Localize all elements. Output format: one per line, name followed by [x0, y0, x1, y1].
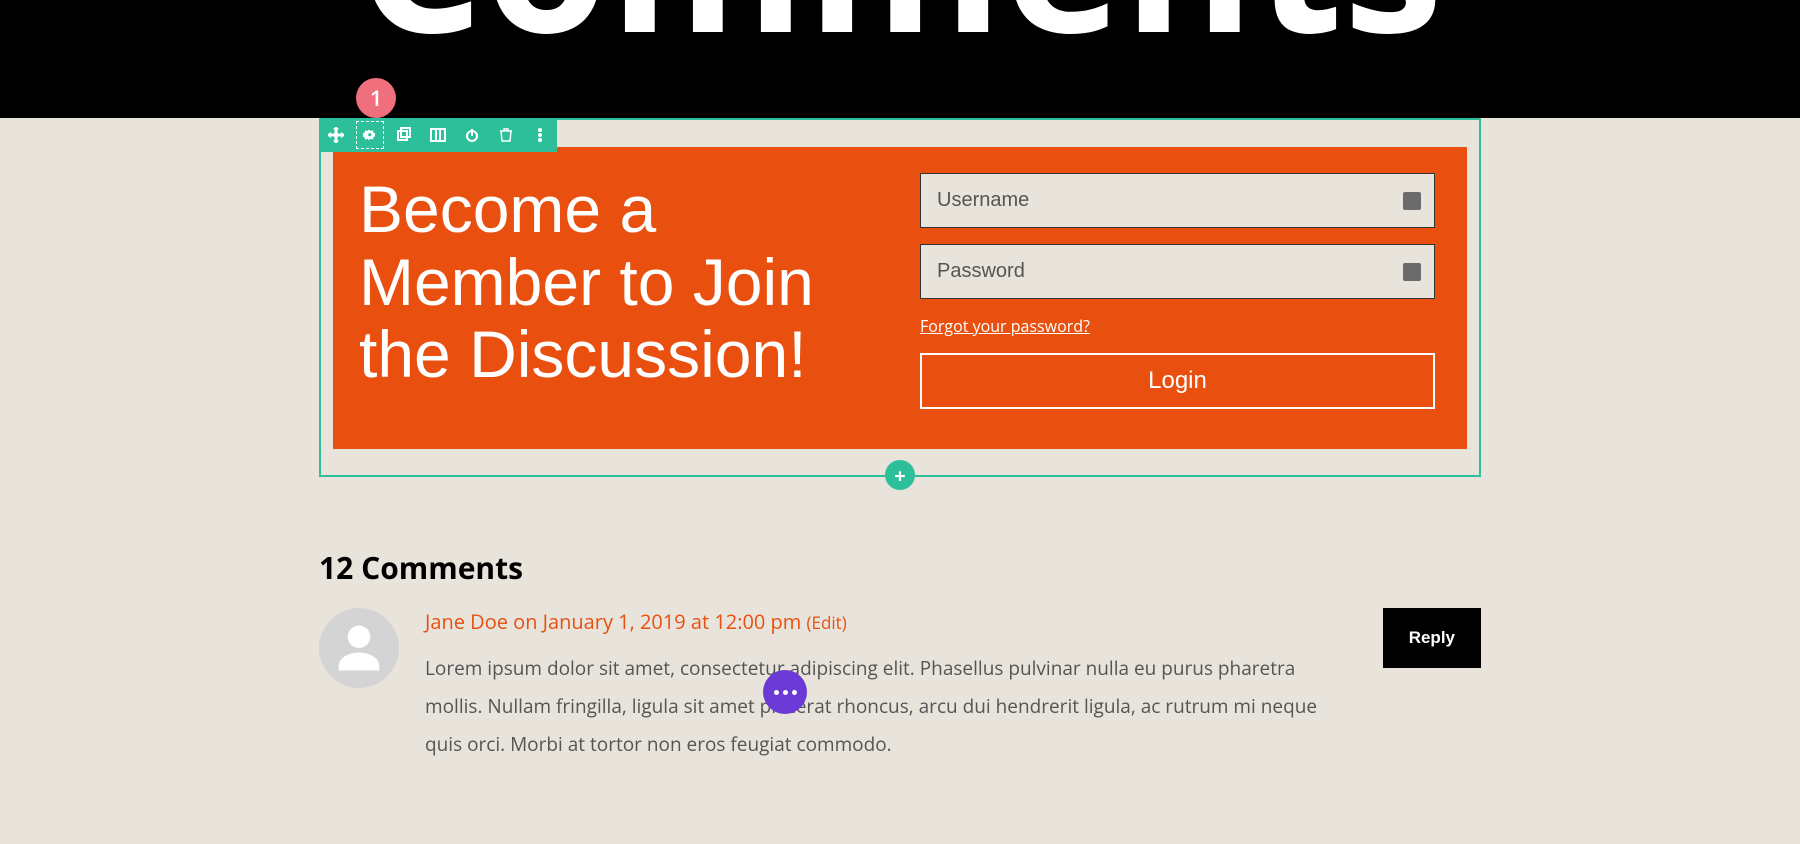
trash-icon[interactable]: [489, 118, 523, 152]
add-row-button[interactable]: +: [885, 460, 915, 490]
comment-body: Jane Doe on January 1, 2019 at 12:00 pm …: [425, 608, 1357, 763]
annotation-marker-1: 1: [356, 78, 396, 118]
login-form: Forgot your password? Login: [914, 173, 1441, 409]
cta-text-column: Become a Member to Join the Discussion!: [359, 173, 874, 409]
comment-text: Lorem ipsum dolor sit amet, consectetur …: [425, 649, 1350, 763]
settings-icon[interactable]: [353, 118, 387, 152]
login-button[interactable]: Login: [920, 353, 1435, 409]
comment-item: Jane Doe on January 1, 2019 at 12:00 pm …: [319, 608, 1481, 763]
duplicate-icon[interactable]: [387, 118, 421, 152]
comment-meta: Jane Doe on January 1, 2019 at 12:00 pm …: [425, 608, 1357, 635]
comments-section: 12 Comments Jane Doe on January 1, 2019 …: [319, 547, 1481, 763]
password-input[interactable]: [920, 244, 1435, 299]
builder-fab-more-icon[interactable]: [763, 670, 807, 714]
autofill-icon: [1403, 263, 1421, 281]
move-handle-icon[interactable]: [319, 118, 353, 152]
login-cta-module: Become a Member to Join the Discussion! …: [333, 147, 1467, 449]
cta-heading: Become a Member to Join the Discussion!: [359, 173, 874, 391]
comment-author-link[interactable]: Jane Doe: [425, 608, 508, 635]
comments-count-heading: 12 Comments: [319, 547, 1481, 588]
comment-timestamp: on January 1, 2019 at 12:00 pm: [513, 608, 801, 635]
section-toolbar: [319, 118, 557, 152]
reply-button[interactable]: Reply: [1383, 608, 1481, 668]
username-input[interactable]: [920, 173, 1435, 228]
autofill-icon: [1403, 192, 1421, 210]
columns-icon[interactable]: [421, 118, 455, 152]
power-icon[interactable]: [455, 118, 489, 152]
more-vertical-icon[interactable]: [523, 118, 557, 152]
username-field-wrap: [920, 173, 1435, 228]
page-title: Comments: [0, 0, 1800, 55]
avatar: [319, 608, 399, 688]
password-field-wrap: [920, 244, 1435, 299]
hero-header: Comments: [0, 0, 1800, 118]
forgot-password-link[interactable]: Forgot your password?: [920, 315, 1090, 337]
comment-edit-link[interactable]: Edit: [807, 611, 847, 634]
builder-section[interactable]: Become a Member to Join the Discussion! …: [319, 118, 1481, 477]
